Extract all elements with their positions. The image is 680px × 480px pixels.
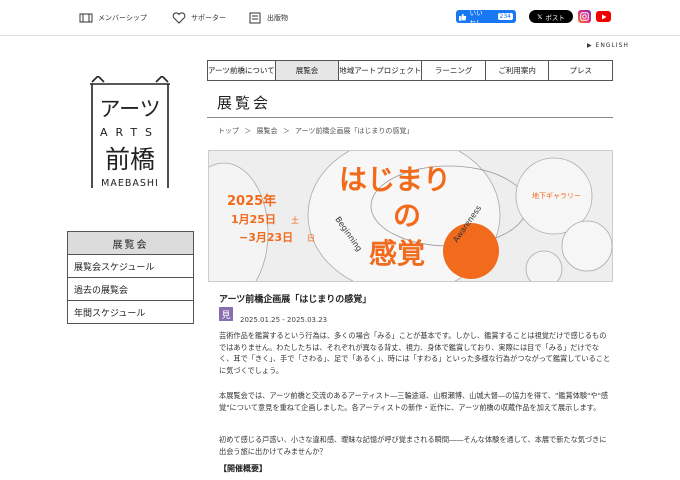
event-description-3: 初めて感じる戸惑い、小さな違和感、曖昧な記憶が呼び覚まされる瞬間――そんな体験を… (219, 435, 607, 456)
nav-about[interactable]: アーツ前橋について (208, 61, 276, 80)
breadcrumb-current: アーツ前橋企画展「はじまりの感覚」 (294, 127, 414, 135)
publications-link[interactable]: 出版物 (248, 11, 288, 25)
x-post-button[interactable]: 𝕏 ポスト (529, 10, 573, 23)
breadcrumb-exhibitions[interactable]: 展覧会 (256, 127, 277, 135)
banner-start-date: 1月25日 (231, 213, 276, 226)
banner-title-line1: はじまり (339, 163, 451, 196)
breadcrumb-separator: ＞ (282, 127, 290, 135)
english-link[interactable]: ▶ ENGLISH (587, 42, 629, 49)
arts-maebashi-logo[interactable]: アーツ ARTS 前橋 MAEBASHI (86, 74, 176, 194)
sidebar-item-schedule[interactable]: 展覧会スケジュール (67, 255, 194, 278)
exhibition-banner: 2025年 1月25日 土 −3月23日 日 はじまり の 感覚 Beginni… (208, 150, 613, 282)
x-logo-icon: 𝕏 (537, 12, 543, 21)
logo-text-roman: MAEBASHI (101, 178, 159, 189)
banner-venue: 地下ギャラリー (532, 191, 581, 200)
event-description-2: 本展覧会では、アーツ前橋と交流のあるアーティスト―三輪途道、山根瀬博、山城大督―… (219, 391, 609, 412)
banner-start-day: 土 (291, 215, 299, 225)
publications-label: 出版物 (267, 14, 288, 22)
facebook-like-button[interactable]: いいね！ 234 (456, 9, 516, 27)
event-category-badge: 見 (219, 307, 233, 321)
outline-heading: 【開催概要】 (219, 464, 267, 473)
event-date: 2025.01.25 - 2025.03.23 (240, 316, 328, 324)
facebook-like-count: 234 (497, 13, 513, 20)
logo-text-top: アーツ (99, 97, 160, 121)
banner-circle (525, 250, 563, 281)
membership-label: メンバーシップ (98, 14, 147, 22)
event-title: アーツ前橋企画展「はじまりの感覚」 (219, 295, 372, 305)
banner-year: 2025年 (227, 193, 276, 209)
top-utility-bar: メンバーシップ サポーター 出版物 いいね！ 234 𝕏 ポスト (0, 0, 680, 36)
english-label: ENGLISH (595, 42, 629, 49)
youtube-icon[interactable] (596, 11, 611, 22)
banner-circle (561, 220, 612, 272)
instagram-icon[interactable] (578, 10, 591, 23)
banner-title-line3: 感覚 (369, 237, 425, 270)
page-title: 展覧会 (207, 90, 613, 118)
event-description-1: 芸術作品を鑑賞するという行為は、多くの場合「みる」ことが基本です。しかし、鑑賞す… (219, 331, 611, 375)
membership-icon (79, 13, 93, 23)
nav-visitor-info[interactable]: ご利用案内 (486, 61, 550, 80)
banner-end-date: −3月23日 (239, 231, 293, 244)
breadcrumb: トップ ＞ 展覧会 ＞ アーツ前橋企画展「はじまりの感覚」 (218, 126, 416, 136)
nav-press[interactable]: プレス (549, 61, 612, 80)
main-nav: アーツ前橋について 展覧会 地域アートプロジェクト ラーニング ご利用案内 プレ… (207, 60, 613, 81)
supporter-link[interactable]: サポーター (172, 11, 226, 25)
nav-learning[interactable]: ラーニング (422, 61, 486, 80)
membership-link[interactable]: メンバーシップ (79, 11, 147, 25)
breadcrumb-separator: ＞ (244, 127, 252, 135)
sidebar: 展覧会 展覧会スケジュール 過去の展覧会 年間スケジュール (67, 231, 194, 324)
supporter-label: サポーター (191, 14, 226, 22)
logo-text-bottom: 前橋 (105, 145, 155, 174)
banner-orange-circle (443, 223, 499, 279)
banner-title-line2: の (393, 199, 421, 232)
thumbs-up-icon (459, 13, 467, 21)
nav-regional-art-project[interactable]: 地域アートプロジェクト (339, 61, 423, 80)
sidebar-heading: 展覧会 (67, 231, 194, 255)
nav-exhibitions[interactable]: 展覧会 (275, 61, 340, 80)
x-post-label: ポスト (545, 13, 565, 22)
sidebar-item-past-exhibitions[interactable]: 過去の展覧会 (67, 278, 194, 301)
book-icon (249, 12, 261, 24)
breadcrumb-home[interactable]: トップ (218, 127, 239, 135)
banner-end-day: 日 (307, 234, 315, 243)
facebook-like-label: いいね！ (469, 8, 483, 27)
sidebar-item-annual-schedule[interactable]: 年間スケジュール (67, 301, 194, 324)
heart-icon (172, 12, 186, 24)
logo-text-arts: ARTS (100, 126, 160, 139)
